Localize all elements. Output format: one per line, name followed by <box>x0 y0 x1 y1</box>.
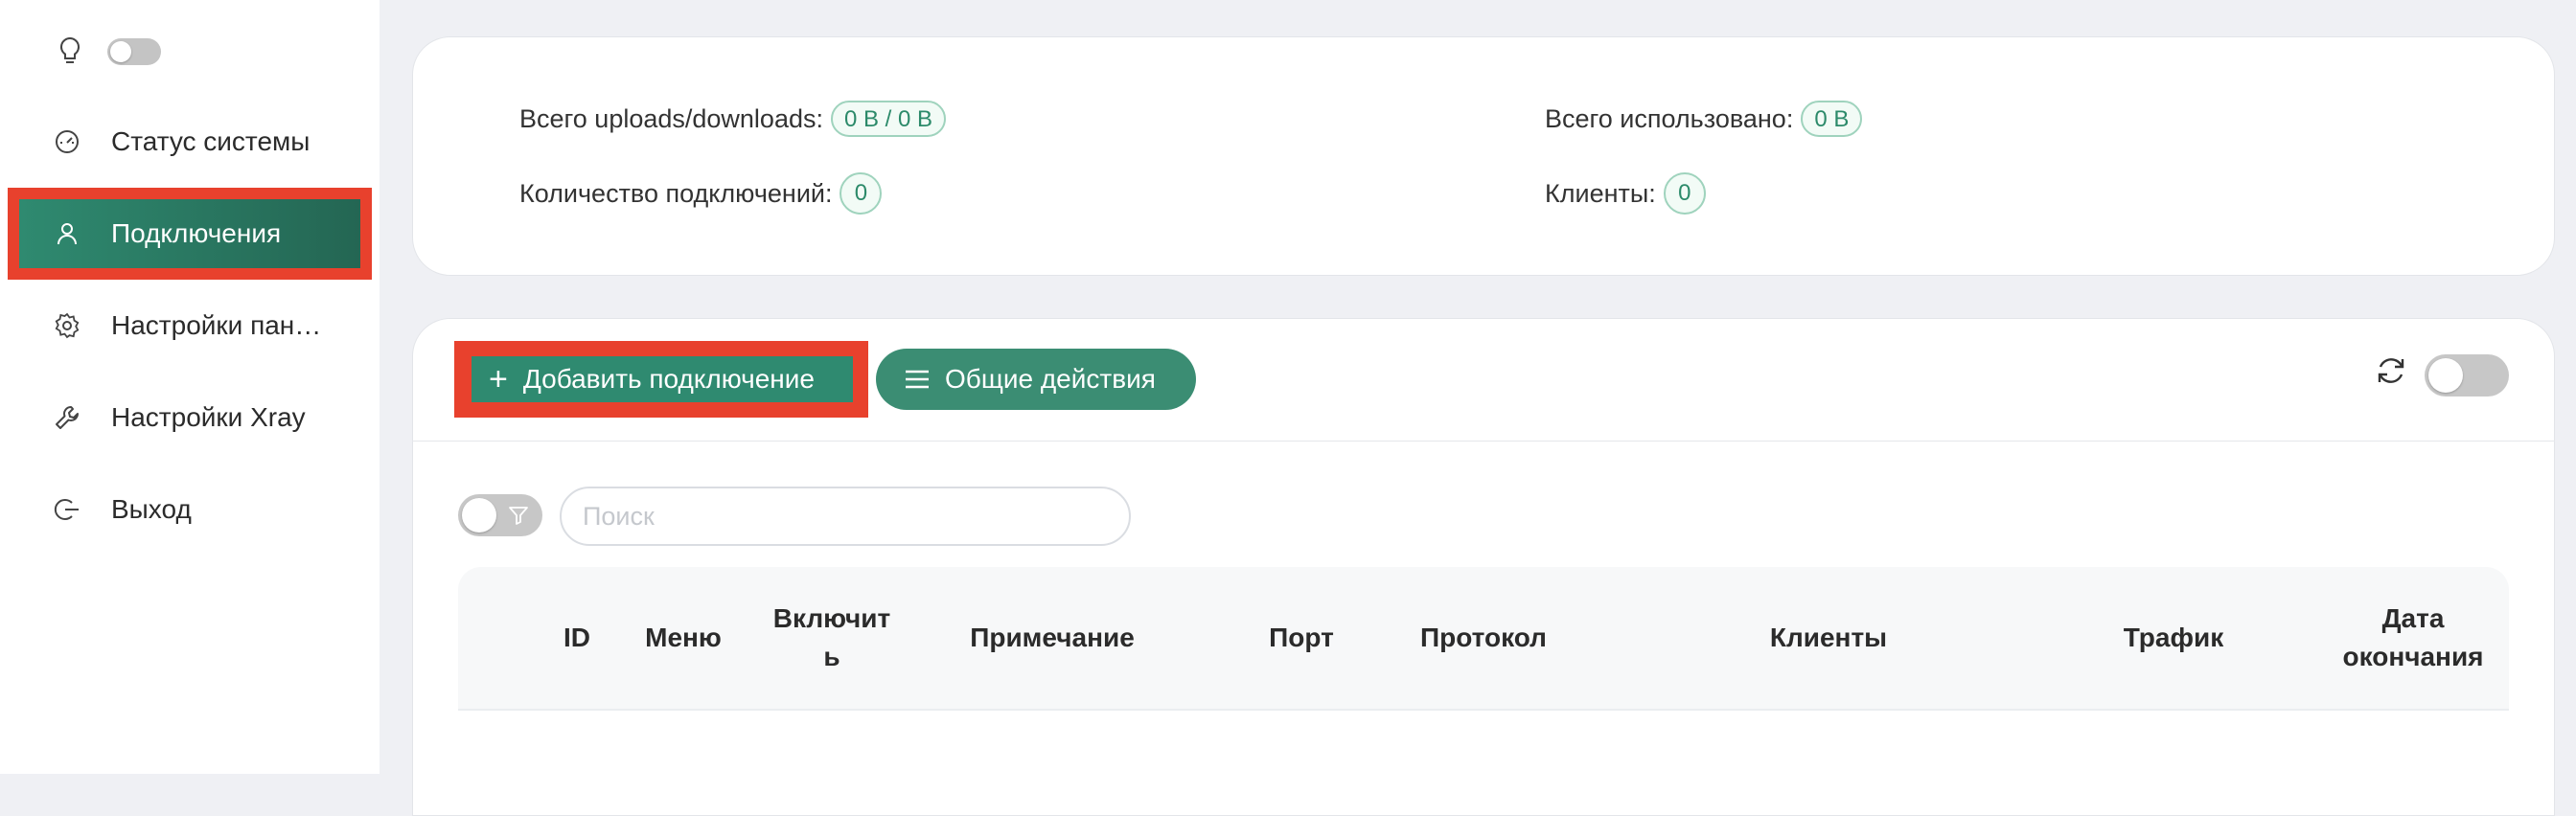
refresh-icon[interactable] <box>2375 354 2407 387</box>
toggle-knob <box>462 498 496 533</box>
lightbulb-icon <box>59 36 80 63</box>
theme-row <box>56 33 161 71</box>
logout-icon <box>54 499 79 520</box>
stat-badge: 0 <box>1663 172 1706 215</box>
sidebar-item-status[interactable]: Статус системы <box>0 96 380 188</box>
dashboard-icon <box>56 130 79 153</box>
filter-toggle[interactable] <box>458 494 542 536</box>
sidebar-item-label: Настройки Xray <box>111 402 306 432</box>
stat-total-updown: Всего uploads/downloads: 0 B / 0 B <box>519 101 947 137</box>
stat-clients: Клиенты: 0 <box>1545 172 1706 215</box>
wrench-icon <box>56 406 79 429</box>
stat-badge: 0 <box>840 172 883 215</box>
table-header: ID Меню Включит ь Примечание Порт Проток… <box>458 567 2509 711</box>
sidebar-item-label: Статус системы <box>111 126 310 156</box>
search-input[interactable] <box>560 487 1131 546</box>
user-icon <box>58 223 77 245</box>
add-connection-button[interactable]: + Добавить подключение <box>472 356 853 402</box>
column-header[interactable]: Трафик <box>2106 567 2241 709</box>
stat-connections: Количество подключений: 0 <box>519 172 883 215</box>
column-header[interactable]: Протокол <box>1407 567 1560 709</box>
column-header[interactable]: Клиенты <box>1761 567 1896 709</box>
theme-toggle[interactable] <box>107 38 161 65</box>
toggle-knob <box>2428 358 2463 393</box>
general-actions-label: Общие действия <box>945 364 1156 394</box>
sidebar: Статус системы Подключения Настройки пан… <box>0 0 380 774</box>
stat-label: Количество подключений: <box>519 178 833 208</box>
sidebar-item-xray-settings[interactable]: Настройки Xray <box>0 372 380 464</box>
sidebar-item-connections[interactable]: Подключения <box>0 188 380 280</box>
column-header[interactable]: Дата окончания <box>2336 567 2490 709</box>
toggle-knob <box>110 41 131 62</box>
stat-label: Клиенты: <box>1545 178 1656 208</box>
sidebar-item-label: Подключения <box>111 218 282 248</box>
stats-card <box>412 36 2555 276</box>
sidebar-item-logout[interactable]: Выход <box>0 464 380 555</box>
filter-icon <box>509 507 528 525</box>
menu-icon <box>906 370 929 389</box>
stat-badge: 0 B / 0 B <box>830 101 947 137</box>
column-header[interactable]: Порт <box>1254 567 1349 709</box>
sidebar-item-panel-settings[interactable]: Настройки пан… <box>0 280 380 372</box>
sidebar-item-label: Выход <box>111 494 192 524</box>
gear-icon <box>55 312 80 339</box>
column-header[interactable]: Меню <box>640 567 726 709</box>
add-connection-label: Добавить подключение <box>522 364 815 394</box>
sidebar-item-label: Настройки пан… <box>111 310 322 340</box>
column-header[interactable]: Примечание <box>956 567 1148 709</box>
auto-refresh-toggle[interactable] <box>2425 354 2509 397</box>
stat-badge: 0 B <box>1801 101 1863 137</box>
stat-label: Всего использовано: <box>1545 103 1794 133</box>
stat-label: Всего uploads/downloads: <box>519 103 823 133</box>
plus-icon: + <box>489 361 508 397</box>
stat-total-used: Всего использовано: 0 B <box>1545 101 1863 137</box>
column-header[interactable]: Включит ь <box>765 567 899 709</box>
divider <box>412 441 2555 442</box>
column-header[interactable]: ID <box>556 567 598 709</box>
general-actions-button[interactable]: Общие действия <box>876 349 1196 410</box>
